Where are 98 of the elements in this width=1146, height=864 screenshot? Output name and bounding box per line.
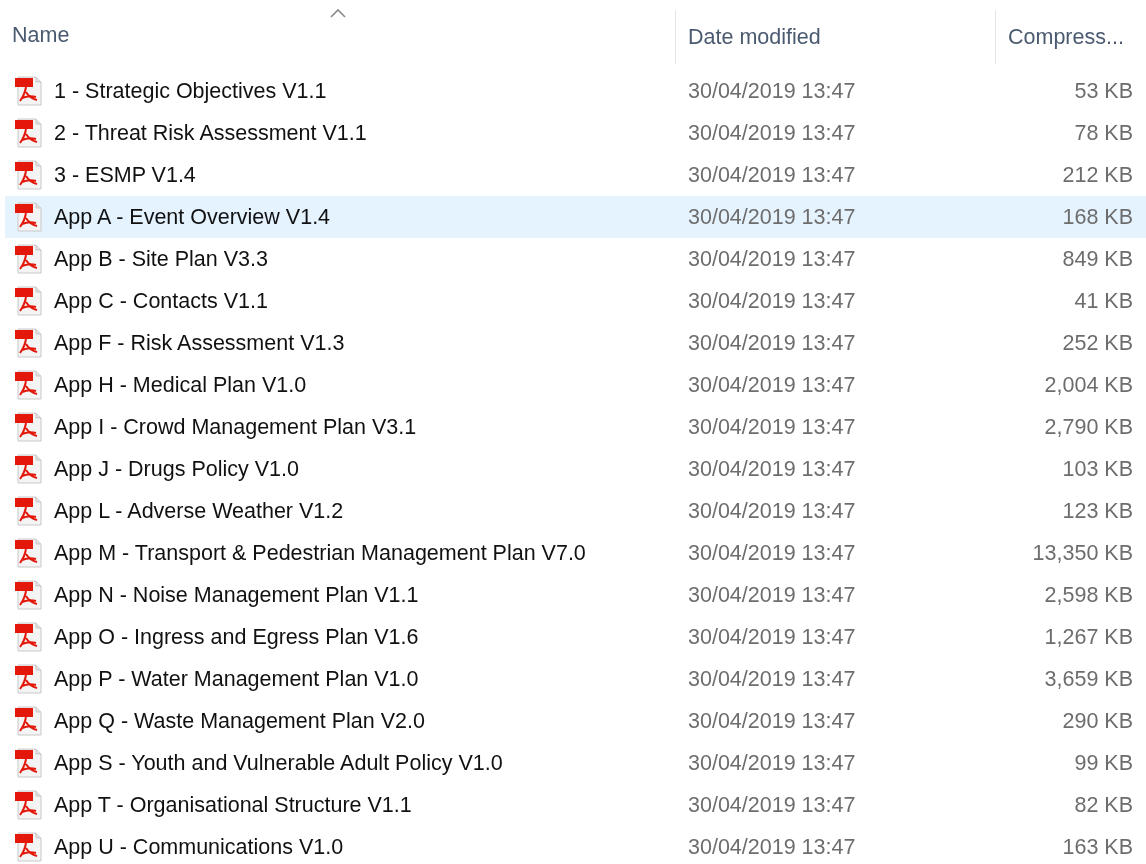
date-modified: 30/04/2019 13:47	[687, 792, 857, 818]
file-name: App J - Drugs Policy V1.0	[54, 456, 299, 482]
pdf-file-icon	[14, 495, 44, 527]
file-name: App H - Medical Plan V1.0	[54, 372, 307, 398]
file-size: 13,350 KB	[1031, 540, 1134, 566]
pdf-file-icon	[14, 243, 44, 275]
pdf-file-icon	[14, 201, 44, 233]
file-name: App Q - Waste Management Plan V2.0	[54, 708, 425, 734]
file-name: App N - Noise Management Plan V1.1	[54, 582, 419, 608]
file-name: 2 - Threat Risk Assessment V1.1	[54, 120, 367, 146]
date-modified: 30/04/2019 13:47	[687, 414, 857, 440]
date-modified: 30/04/2019 13:47	[687, 246, 857, 272]
date-modified: 30/04/2019 13:47	[687, 162, 857, 188]
file-size: 99 KB	[1073, 750, 1134, 776]
file-row[interactable]: App N - Noise Management Plan V1.1 30/04/2019 13:47 2,598 KB	[5, 574, 1146, 616]
column-header[interactable]: Name	[0, 0, 675, 70]
pdf-file-icon	[14, 663, 44, 695]
file-row[interactable]: App U - Communications V1.0 30/04/2019 13:47 163 KB	[5, 826, 1146, 864]
file-name: 3 - ESMP V1.4	[54, 162, 196, 188]
file-size: 2,598 KB	[1043, 582, 1134, 608]
file-size: 163 KB	[1061, 834, 1134, 860]
file-name: App P - Water Management Plan V1.0	[54, 666, 419, 692]
pdf-file-icon	[14, 453, 44, 485]
file-size: 41 KB	[1073, 288, 1134, 314]
pdf-file-icon	[14, 285, 44, 317]
date-modified: 30/04/2019 13:47	[687, 204, 857, 230]
pdf-file-icon	[14, 369, 44, 401]
column-header[interactable]: Date modified	[675, 10, 995, 64]
file-name: App S - Youth and Vulnerable Adult Policy V1.0	[54, 750, 503, 776]
file-row[interactable]: App O - Ingress and Egress Plan V1.6 30/04/2019 13:47 1,267 KB	[5, 616, 1146, 658]
file-row[interactable]: App Q - Waste Management Plan V2.0 30/04/2019 13:47 290 KB	[5, 700, 1146, 742]
file-size: 53 KB	[1073, 78, 1134, 104]
date-modified: 30/04/2019 13:47	[687, 78, 857, 104]
date-modified: 30/04/2019 13:47	[687, 582, 857, 608]
file-row[interactable]: App T - Organisational Structure V1.1 30/04/2019 13:47 82 KB	[5, 784, 1146, 826]
file-name: App U - Communications V1.0	[54, 834, 344, 860]
file-row[interactable]: App A - Event Overview V1.4 30/04/2019 13:47 168 KB	[5, 196, 1146, 238]
file-name: App I - Crowd Management Plan V3.1	[54, 414, 417, 440]
file-name: App T - Organisational Structure V1.1	[54, 792, 412, 818]
pdf-file-icon	[14, 579, 44, 611]
pdf-file-icon	[14, 327, 44, 359]
file-row[interactable]: App S - Youth and Vulnerable Adult Policy V1.0 30/04/2019 13:47 99 KB	[5, 742, 1146, 784]
pdf-file-icon	[14, 411, 44, 443]
date-modified: 30/04/2019 13:47	[687, 120, 857, 146]
file-row[interactable]: 3 - ESMP V1.4 30/04/2019 13:47 212 KB	[5, 154, 1146, 196]
date-modified: 30/04/2019 13:47	[687, 288, 857, 314]
file-name: App O - Ingress and Egress Plan V1.6	[54, 624, 419, 650]
file-size: 212 KB	[1061, 162, 1134, 188]
pdf-file-icon	[14, 747, 44, 779]
file-name: App L - Adverse Weather V1.2	[54, 498, 344, 524]
date-modified: 30/04/2019 13:47	[687, 456, 857, 482]
date-modified: 30/04/2019 13:47	[687, 624, 857, 650]
file-size: 82 KB	[1073, 792, 1134, 818]
file-name: App B - Site Plan V3.3	[54, 246, 268, 272]
file-size: 849 KB	[1061, 246, 1134, 272]
file-size: 123 KB	[1061, 498, 1134, 524]
pdf-file-icon	[14, 789, 44, 821]
file-name: App F - Risk Assessment V1.3	[54, 330, 345, 356]
file-row[interactable]: 2 - Threat Risk Assessment V1.1 30/04/2019 13:47 78 KB	[5, 112, 1146, 154]
file-row[interactable]: App F - Risk Assessment V1.3 30/04/2019 13:47 252 KB	[5, 322, 1146, 364]
file-name: App A - Event Overview V1.4	[54, 204, 331, 230]
file-row[interactable]: App B - Site Plan V3.3 30/04/2019 13:47 849 KB	[5, 238, 1146, 280]
file-size: 1,267 KB	[1043, 624, 1134, 650]
pdf-file-icon	[14, 75, 44, 107]
pdf-file-icon	[14, 621, 44, 653]
pdf-file-icon	[14, 159, 44, 191]
file-row[interactable]: 1 - Strategic Objectives V1.1 30/04/2019 13:47 53 KB	[5, 70, 1146, 112]
file-size: 3,659 KB	[1043, 666, 1134, 692]
file-row[interactable]: App M - Transport & Pedestrian Management Plan V7.0 30/04/2019 13:47 13,350 KB	[5, 532, 1146, 574]
column-header[interactable]: Compress...	[995, 10, 1146, 64]
pdf-file-icon	[14, 117, 44, 149]
date-modified: 30/04/2019 13:47	[687, 372, 857, 398]
file-name: App C - Contacts V1.1	[54, 288, 268, 314]
file-size: 78 KB	[1073, 120, 1134, 146]
file-size: 168 KB	[1061, 204, 1134, 230]
pdf-file-icon	[14, 705, 44, 737]
pdf-file-icon	[14, 831, 44, 863]
date-modified: 30/04/2019 13:47	[687, 834, 857, 860]
file-row[interactable]: App P - Water Management Plan V1.0 30/04/2019 13:47 3,659 KB	[5, 658, 1146, 700]
file-size: 290 KB	[1061, 708, 1134, 734]
file-row[interactable]: App L - Adverse Weather V1.2 30/04/2019 13:47 123 KB	[5, 490, 1146, 532]
file-size: 103 KB	[1061, 456, 1134, 482]
date-modified: 30/04/2019 13:47	[687, 540, 857, 566]
file-name: 1 - Strategic Objectives V1.1	[54, 78, 327, 104]
file-size: 2,790 KB	[1043, 414, 1134, 440]
file-row[interactable]: App H - Medical Plan V1.0 30/04/2019 13:47 2,004 KB	[5, 364, 1146, 406]
file-row[interactable]: App C - Contacts V1.1 30/04/2019 13:47 41 KB	[5, 280, 1146, 322]
date-modified: 30/04/2019 13:47	[687, 666, 857, 692]
date-modified: 30/04/2019 13:47	[687, 750, 857, 776]
file-name: App M - Transport & Pedestrian Management Plan V7.0	[54, 540, 586, 566]
file-size: 2,004 KB	[1043, 372, 1134, 398]
file-row[interactable]: App I - Crowd Management Plan V3.1 30/04/2019 13:47 2,790 KB	[5, 406, 1146, 448]
file-size: 252 KB	[1061, 330, 1134, 356]
file-row[interactable]: App J - Drugs Policy V1.0 30/04/2019 13:47 103 KB	[5, 448, 1146, 490]
date-modified: 30/04/2019 13:47	[687, 708, 857, 734]
date-modified: 30/04/2019 13:47	[687, 498, 857, 524]
pdf-file-icon	[14, 537, 44, 569]
date-modified: 30/04/2019 13:47	[687, 330, 857, 356]
